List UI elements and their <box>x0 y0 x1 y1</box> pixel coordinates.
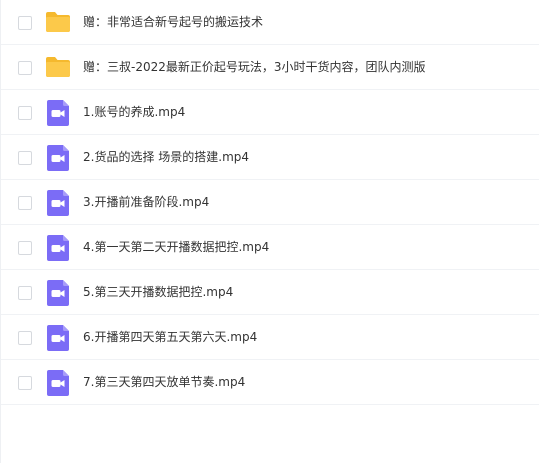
file-row[interactable]: 1.账号的养成.mp4 <box>1 90 539 135</box>
file-name[interactable]: 3.开播前准备阶段.mp4 <box>83 180 209 225</box>
row-checkbox[interactable] <box>18 286 32 300</box>
row-checkbox[interactable] <box>18 376 32 390</box>
row-checkbox[interactable] <box>18 196 32 210</box>
video-file-icon <box>47 325 69 351</box>
row-checkbox[interactable] <box>18 331 32 345</box>
file-row[interactable]: 3.开播前准备阶段.mp4 <box>1 180 539 225</box>
file-list: 赠：非常适合新号起号的搬运技术 赠：三叔-2022最新正价起号玩法，3小时干货内… <box>0 0 539 463</box>
file-row[interactable]: 2.货品的选择 场景的搭建.mp4 <box>1 135 539 180</box>
file-name[interactable]: 7.第三天第四天放单节奏.mp4 <box>83 360 245 405</box>
row-checkbox[interactable] <box>18 241 32 255</box>
file-name[interactable]: 4.第一天第二天开播数据把控.mp4 <box>83 225 269 270</box>
video-file-icon <box>47 370 69 396</box>
file-name[interactable]: 赠：三叔-2022最新正价起号玩法，3小时干货内容，团队内测版 <box>83 45 426 90</box>
file-row[interactable]: 赠：三叔-2022最新正价起号玩法，3小时干货内容，团队内测版 <box>1 45 539 90</box>
file-name[interactable]: 1.账号的养成.mp4 <box>83 90 185 135</box>
video-file-icon <box>47 280 69 306</box>
file-name[interactable]: 5.第三天开播数据把控.mp4 <box>83 270 233 315</box>
row-checkbox[interactable] <box>18 61 32 75</box>
file-name[interactable]: 6.开播第四天第五天第六天.mp4 <box>83 315 257 360</box>
row-checkbox[interactable] <box>18 16 32 30</box>
video-file-icon <box>47 235 69 261</box>
video-file-icon <box>47 100 69 126</box>
video-file-icon <box>47 145 69 171</box>
row-checkbox[interactable] <box>18 106 32 120</box>
folder-icon <box>46 57 70 77</box>
file-name[interactable]: 2.货品的选择 场景的搭建.mp4 <box>83 135 249 180</box>
file-row[interactable]: 4.第一天第二天开播数据把控.mp4 <box>1 225 539 270</box>
file-name[interactable]: 赠：非常适合新号起号的搬运技术 <box>83 0 263 45</box>
video-file-icon <box>47 190 69 216</box>
row-checkbox[interactable] <box>18 151 32 165</box>
folder-icon <box>46 12 70 32</box>
file-row[interactable]: 6.开播第四天第五天第六天.mp4 <box>1 315 539 360</box>
file-row[interactable]: 7.第三天第四天放单节奏.mp4 <box>1 360 539 405</box>
file-row[interactable]: 赠：非常适合新号起号的搬运技术 <box>1 0 539 45</box>
file-row[interactable]: 5.第三天开播数据把控.mp4 <box>1 270 539 315</box>
